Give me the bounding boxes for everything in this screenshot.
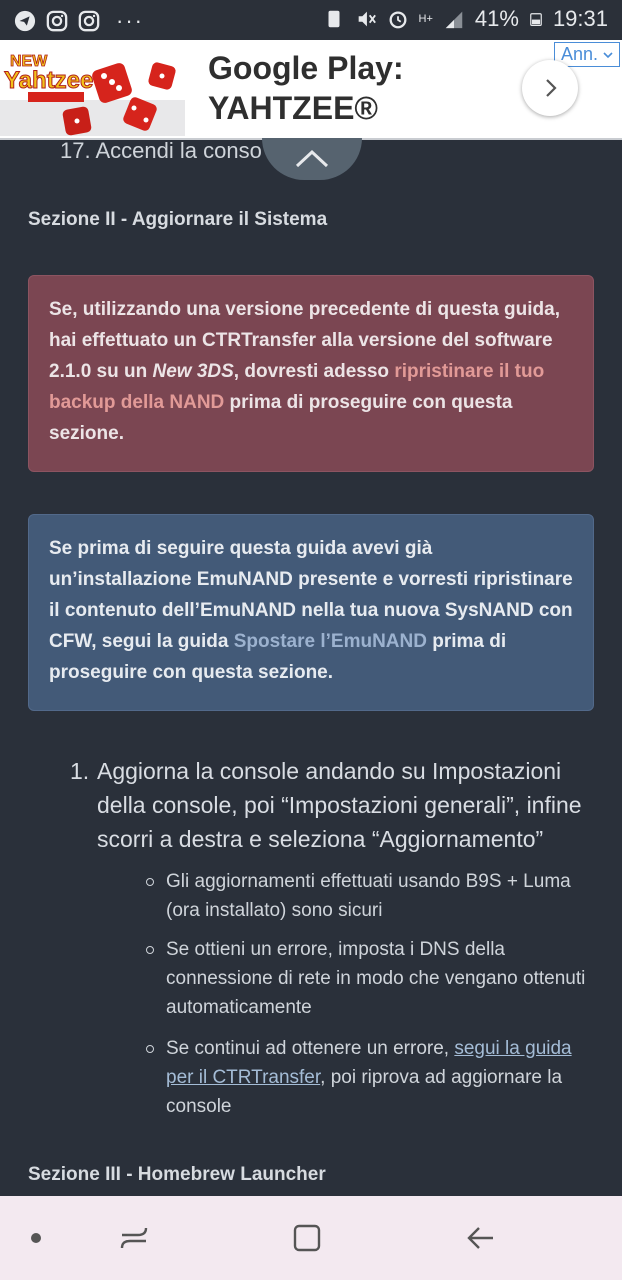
status-bar: ··· H+ 41% 19:31 (0, 0, 622, 40)
instagram-icon (78, 10, 100, 32)
svg-text:Yahtzee: Yahtzee (4, 67, 93, 94)
step-text: Aggiorna la console andando su Impostazi… (97, 758, 582, 852)
section-2-heading: Sezione II - Aggiornare il Sistema (28, 209, 328, 230)
back-button[interactable] (461, 1218, 501, 1258)
bullet-icon (146, 878, 154, 886)
navigation-bar (0, 1196, 622, 1280)
network-type: H+ (418, 13, 433, 25)
back-arrow-icon (467, 1227, 493, 1249)
partial-list-item: 17. Accendi la conso (60, 138, 262, 163)
warning-text-2: , dovresti adesso (233, 361, 395, 382)
ad-ann-label: Ann. (560, 44, 598, 64)
list-item-text: Gli aggiornamenti effettuati usando B9S … (166, 871, 571, 921)
battery-percent: 41% (474, 6, 519, 31)
list-item-pre: Se continui ad ottenere un errore, (166, 1038, 455, 1059)
recent-apps-button[interactable] (114, 1218, 154, 1258)
list-item-text: Se continui ad ottenere un errore, segui… (166, 1034, 596, 1121)
status-left-icons: ··· (14, 8, 144, 34)
alarm-icon (389, 11, 406, 29)
ad-banner[interactable]: NEW Yahtzee Google Play: YAHTZEE® Ann. (0, 40, 622, 140)
home-button[interactable] (287, 1218, 327, 1258)
clock: 19:31 (552, 6, 608, 31)
warning-box: Se, utilizzando una versione precedente … (28, 275, 594, 472)
mute-icon (358, 11, 376, 27)
step-number: 1. (70, 758, 90, 784)
home-icon (293, 1224, 321, 1252)
more-notifications: ··· (116, 8, 144, 33)
signal-icon (445, 11, 463, 29)
telegram-icon (14, 10, 36, 32)
ad-title[interactable]: Google Play: YAHTZEE® (208, 48, 528, 128)
ad-open-button[interactable] (522, 60, 578, 116)
collapse-ad-button[interactable] (262, 138, 362, 180)
recent-apps-icon (120, 1227, 148, 1249)
info-box: Se prima di seguire questa guida avevi g… (28, 514, 594, 711)
chevron-up-icon (295, 149, 329, 168)
move-emunand-link[interactable]: Spostare l’EmuNAND (234, 631, 427, 652)
status-right-icons: H+ 41% 19:31 (323, 6, 608, 32)
battery-icon (530, 13, 542, 27)
bullet-icon (146, 946, 154, 954)
chevron-right-icon (546, 79, 557, 97)
chevron-down-icon (603, 52, 613, 59)
recycle-icon (328, 10, 340, 28)
section-3-heading: Sezione III - Homebrew Launcher (28, 1164, 326, 1185)
bullet-icon (146, 1045, 154, 1053)
list-item-text: Se ottieni un errore, imposta i DNS dell… (166, 939, 586, 1018)
article-content: 17. Accendi la conso Sezione II - Aggior… (0, 138, 622, 1196)
warning-italic: New 3DS (152, 361, 234, 382)
instagram-icon (46, 10, 68, 32)
nav-indicator-dot (31, 1233, 41, 1243)
yahtzee-game-logo[interactable]: NEW Yahtzee (0, 40, 185, 136)
